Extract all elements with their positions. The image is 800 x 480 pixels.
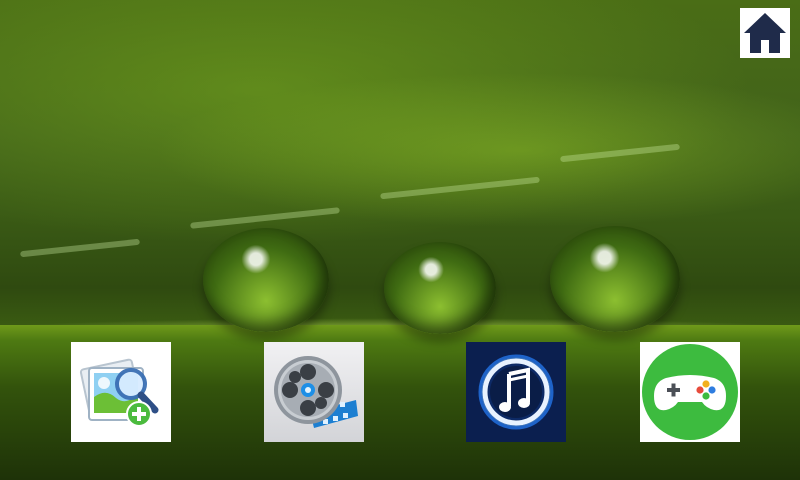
home-icon (744, 13, 786, 53)
photo-viewer-icon (79, 358, 159, 427)
leaf-highlight-streak (380, 176, 540, 200)
leaf-highlight-streak (190, 207, 340, 229)
music-app-shortcut[interactable] (466, 342, 566, 442)
home-button[interactable] (740, 8, 790, 58)
gallery-app-shortcut[interactable] (71, 342, 171, 442)
leaf-highlight-streak (20, 238, 140, 258)
water-drop (203, 228, 329, 332)
music-note-icon (478, 354, 554, 430)
gamepad-icon (642, 344, 738, 440)
water-drop (384, 242, 496, 334)
games-app-shortcut[interactable] (640, 342, 740, 442)
leaf-highlight-streak (560, 143, 680, 163)
water-drop (550, 226, 680, 332)
video-app-shortcut[interactable] (264, 342, 364, 442)
film-reel-icon (274, 356, 358, 428)
